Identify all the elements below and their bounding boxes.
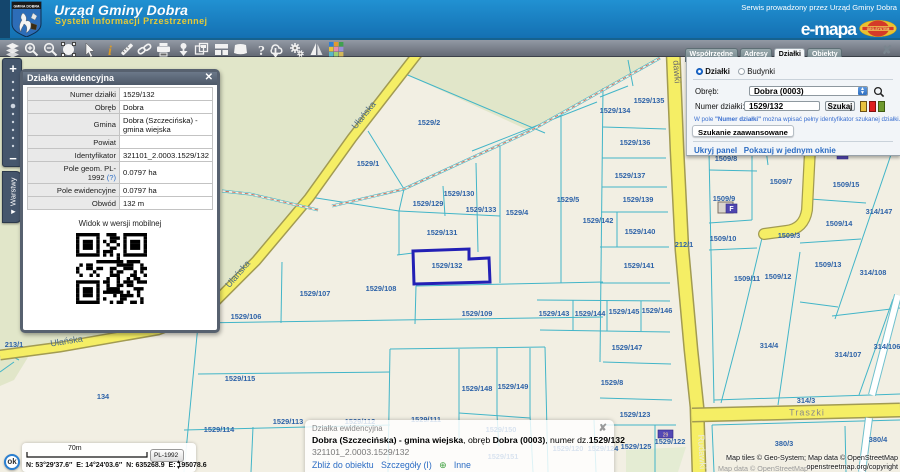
svg-text:1529/106: 1529/106	[231, 312, 262, 321]
svg-text:1529/136: 1529/136	[620, 138, 651, 147]
svg-text:1529/146: 1529/146	[642, 306, 673, 315]
svg-text:1509/11: 1509/11	[734, 274, 760, 283]
svg-text:1529/132: 1529/132	[432, 261, 463, 270]
svg-text:i: i	[108, 44, 112, 57]
svg-text:1529/140: 1529/140	[625, 227, 656, 236]
svg-text:1529/130: 1529/130	[444, 189, 475, 198]
svg-text:314/147: 314/147	[866, 207, 893, 216]
svg-text:1509/3: 1509/3	[778, 231, 801, 240]
svg-text:1509/13: 1509/13	[815, 260, 842, 269]
svg-text:1509/10: 1509/10	[710, 234, 737, 243]
svg-text:?: ?	[258, 44, 265, 57]
svg-text:1529/134: 1529/134	[600, 106, 632, 115]
svg-text:1529/144: 1529/144	[575, 309, 607, 318]
svg-text:GEO-SYSTEM: GEO-SYSTEM	[867, 27, 890, 31]
svg-text:212/1: 212/1	[675, 240, 694, 249]
svg-text:1529/115: 1529/115	[225, 374, 255, 383]
svg-text:1529/137: 1529/137	[615, 171, 646, 180]
svg-text:1529/122: 1529/122	[655, 437, 686, 446]
svg-text:1509/15: 1509/15	[833, 180, 860, 189]
svg-text:Rudawki: Rudawki	[696, 434, 708, 469]
svg-text:1529/142: 1529/142	[583, 216, 614, 225]
svg-text:1509/9: 1509/9	[713, 194, 736, 203]
svg-text:1529/135: 1529/135	[634, 96, 665, 105]
svg-text:1529/4: 1529/4	[506, 208, 529, 217]
svg-text:1529/2: 1529/2	[418, 118, 441, 127]
svg-text:1529/123: 1529/123	[620, 410, 651, 419]
svg-text:1529/109: 1529/109	[462, 309, 493, 318]
svg-text:314/107: 314/107	[835, 350, 862, 359]
svg-text:1529/108: 1529/108	[366, 284, 397, 293]
svg-text:1509/12: 1509/12	[765, 272, 792, 281]
svg-text:1529/131: 1529/131	[427, 228, 458, 237]
svg-text:213/1: 213/1	[5, 340, 24, 349]
svg-text:1529/141: 1529/141	[624, 261, 655, 270]
svg-text:1529/107: 1529/107	[300, 289, 331, 298]
svg-text:1529/133: 1529/133	[466, 205, 497, 214]
svg-text:1529/145: 1529/145	[609, 307, 640, 316]
svg-text:1529/147: 1529/147	[612, 343, 643, 352]
svg-text:314/108: 314/108	[860, 268, 887, 277]
svg-text:1529/129: 1529/129	[413, 199, 444, 208]
svg-text:1529/148: 1529/148	[462, 384, 493, 393]
svg-text:1529/139: 1529/139	[623, 195, 654, 204]
svg-text:1529/1: 1529/1	[357, 159, 380, 168]
svg-text:1529/8: 1529/8	[601, 378, 624, 387]
svg-text:380/4: 380/4	[869, 435, 888, 444]
svg-text:1529/113: 1529/113	[273, 417, 303, 426]
svg-text:314/4: 314/4	[760, 341, 779, 350]
svg-text:F: F	[729, 206, 734, 213]
svg-text:380/3: 380/3	[775, 439, 794, 448]
svg-text:1529/143: 1529/143	[539, 309, 570, 318]
svg-text:dawki: dawki	[671, 60, 683, 84]
svg-text:GMINA DOBRA: GMINA DOBRA	[13, 5, 39, 9]
svg-text:1509/14: 1509/14	[826, 219, 854, 228]
svg-text:1529/5: 1529/5	[557, 195, 580, 204]
svg-text:1529/125: 1529/125	[621, 442, 652, 451]
svg-text:Traszki: Traszki	[789, 408, 825, 418]
svg-text:1529/149: 1529/149	[498, 382, 529, 391]
svg-text:1509/7: 1509/7	[770, 177, 793, 186]
svg-text:1529/114: 1529/114	[204, 425, 235, 434]
svg-text:314/3: 314/3	[797, 396, 816, 405]
svg-text:134: 134	[97, 392, 110, 401]
svg-text:314/106: 314/106	[874, 342, 900, 351]
